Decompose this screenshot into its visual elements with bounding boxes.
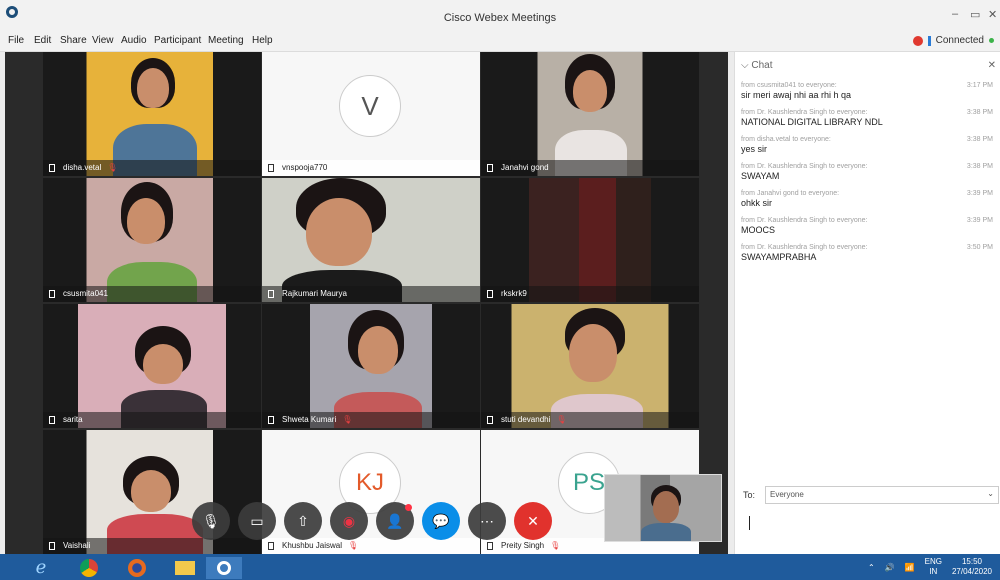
meeting-controls: 🎙 ▭ ⇧ ◉ 👤 💬 ⋯ ✕: [192, 502, 552, 542]
chat-icon: 💬: [432, 513, 450, 529]
participant-tile[interactable]: Janahvi gond: [481, 52, 699, 176]
minimize-button[interactable]: –: [952, 8, 958, 20]
chat-message: from disha.vetal to everyone: 3:38 PM yes …: [741, 136, 993, 154]
mic-muted-icon: 🎙: [556, 415, 567, 424]
participants-button[interactable]: 👤: [376, 502, 414, 540]
video-button[interactable]: ▭: [238, 502, 276, 540]
title-bar: Cisco Webex Meetings – ▭ ✕: [0, 0, 1000, 30]
participant-name-label: vnspooja770: [262, 160, 480, 176]
network-icon[interactable]: 📶: [905, 563, 915, 572]
chat-message-input[interactable]: [743, 512, 997, 542]
maximize-button[interactable]: ▭: [970, 8, 980, 21]
menu-file[interactable]: File: [8, 35, 24, 46]
share-button[interactable]: ⇧: [284, 502, 322, 540]
webex-window: Cisco Webex Meetings – ▭ ✕ File Edit Sha…: [0, 0, 1000, 580]
menu-bar: File Edit Share View Audio Participant M…: [0, 30, 1000, 52]
chat-message: from Dr. Kaushlendra Singh to everyone: 3…: [741, 109, 993, 127]
participant-tile-active[interactable]: csusmita041: [43, 178, 261, 302]
menu-share[interactable]: Share: [60, 35, 87, 46]
more-icon: ⋯: [480, 513, 494, 529]
chat-title: Chat: [751, 60, 773, 71]
chat-message: from Janahvi gond to everyone: 3:39 PM ohk…: [741, 190, 993, 208]
chat-close-button[interactable]: ✕: [988, 60, 996, 71]
webex-taskbar-icon[interactable]: [206, 557, 242, 579]
window-title: Cisco Webex Meetings: [443, 12, 557, 24]
chat-button[interactable]: 💬: [422, 502, 460, 540]
mic-muted-icon: 🎙: [342, 415, 353, 424]
participant-name-label: disha.vetal 🎙: [43, 160, 261, 176]
participants-icon: 👤: [386, 513, 404, 529]
close-icon: ✕: [527, 513, 539, 529]
recipient-value: Everyone: [770, 490, 804, 499]
chevron-down-icon: ⌄: [987, 489, 994, 498]
menu-view[interactable]: View: [92, 35, 114, 46]
file-explorer-icon[interactable]: [168, 557, 202, 579]
participant-name-label: Janahvi gond: [481, 160, 699, 176]
self-view-video[interactable]: [604, 474, 722, 542]
to-label: To:: [743, 490, 756, 500]
end-call-button[interactable]: ✕: [514, 502, 552, 540]
recipient-select[interactable]: Everyone ⌄: [765, 486, 999, 504]
camera-off-icon: ▭: [250, 513, 264, 529]
connection-status[interactable]: Connected: [912, 35, 994, 46]
chat-message: from Dr. Kaushlendra Singh to everyone: 3…: [741, 244, 993, 262]
participant-tile[interactable]: sarita: [43, 304, 261, 428]
participant-name-label: csusmita041: [43, 286, 261, 302]
chat-message: from Dr. Kaushlendra Singh to everyone: 3…: [741, 217, 993, 235]
firefox-icon[interactable]: [120, 557, 154, 579]
menu-help[interactable]: Help: [252, 35, 273, 46]
participant-name-label: Shweta Kumari 🎙: [262, 412, 480, 428]
participant-name-label: sarita: [43, 412, 261, 428]
chat-message: from Dr. Kaushlendra Singh to everyone: 3…: [741, 163, 993, 181]
tray-arrow-icon[interactable]: ⌃: [868, 563, 875, 572]
menu-audio[interactable]: Audio: [121, 35, 147, 46]
participant-name-label: Rajkumari Maurya: [262, 286, 480, 302]
windows-taskbar: ℯ ⌃ 🔊 📶 ENG IN 15:50 27/04/2020: [0, 554, 1000, 580]
share-icon: ⇧: [297, 513, 309, 529]
menu-participant[interactable]: Participant: [154, 35, 201, 46]
participant-tile[interactable]: disha.vetal 🎙: [43, 52, 261, 176]
mute-button[interactable]: 🎙: [192, 502, 230, 540]
chat-panel: ⌵ Chat ✕ from csusmita041 to everyone: 3:…: [734, 52, 1000, 554]
chevron-down-icon: ⌵: [741, 60, 749, 71]
participant-tile[interactable]: stuti devandhi 🎙: [481, 304, 699, 428]
participant-video: [481, 178, 699, 302]
clock[interactable]: 15:50 27/04/2020: [952, 557, 992, 577]
participant-tile[interactable]: rkskrk9: [481, 178, 699, 302]
participant-tile[interactable]: V vnspooja770: [262, 52, 480, 176]
participant-tile[interactable]: Rajkumari Maurya: [262, 178, 480, 302]
mic-off-icon: 🎙: [202, 513, 220, 529]
connection-label: Connected: [935, 35, 984, 46]
participant-tile[interactable]: Shweta Kumari 🎙: [262, 304, 480, 428]
record-button[interactable]: ◉: [330, 502, 368, 540]
system-tray: ⌃ 🔊 📶 ENG IN 15:50 27/04/2020: [868, 557, 992, 577]
internet-explorer-icon[interactable]: ℯ: [24, 557, 58, 579]
notification-badge: [405, 504, 412, 511]
language-indicator[interactable]: ENG IN: [925, 557, 942, 577]
menu-edit[interactable]: Edit: [34, 35, 51, 46]
mic-muted-icon: 🎙: [348, 541, 359, 550]
signal-icon: [927, 35, 931, 46]
chat-message: from csusmita041 to everyone: 3:17 PM sir …: [741, 82, 993, 100]
participant-name-label: stuti devandhi 🎙: [481, 412, 699, 428]
participant-name-label: rkskrk9: [481, 286, 699, 302]
mic-muted-icon: 🎙: [107, 163, 118, 172]
chrome-icon[interactable]: [72, 557, 106, 579]
connected-dot-icon: [989, 38, 994, 43]
close-window-button[interactable]: ✕: [988, 8, 997, 21]
record-icon: ◉: [342, 513, 356, 529]
volume-icon[interactable]: 🔊: [885, 563, 895, 572]
more-button[interactable]: ⋯: [468, 502, 506, 540]
mic-muted-icon: 🎙: [550, 541, 561, 550]
menu-meeting[interactable]: Meeting: [208, 35, 244, 46]
recording-indicator-icon: [912, 35, 923, 46]
chat-header[interactable]: ⌵ Chat: [741, 60, 773, 71]
participant-avatar: V: [339, 75, 401, 137]
